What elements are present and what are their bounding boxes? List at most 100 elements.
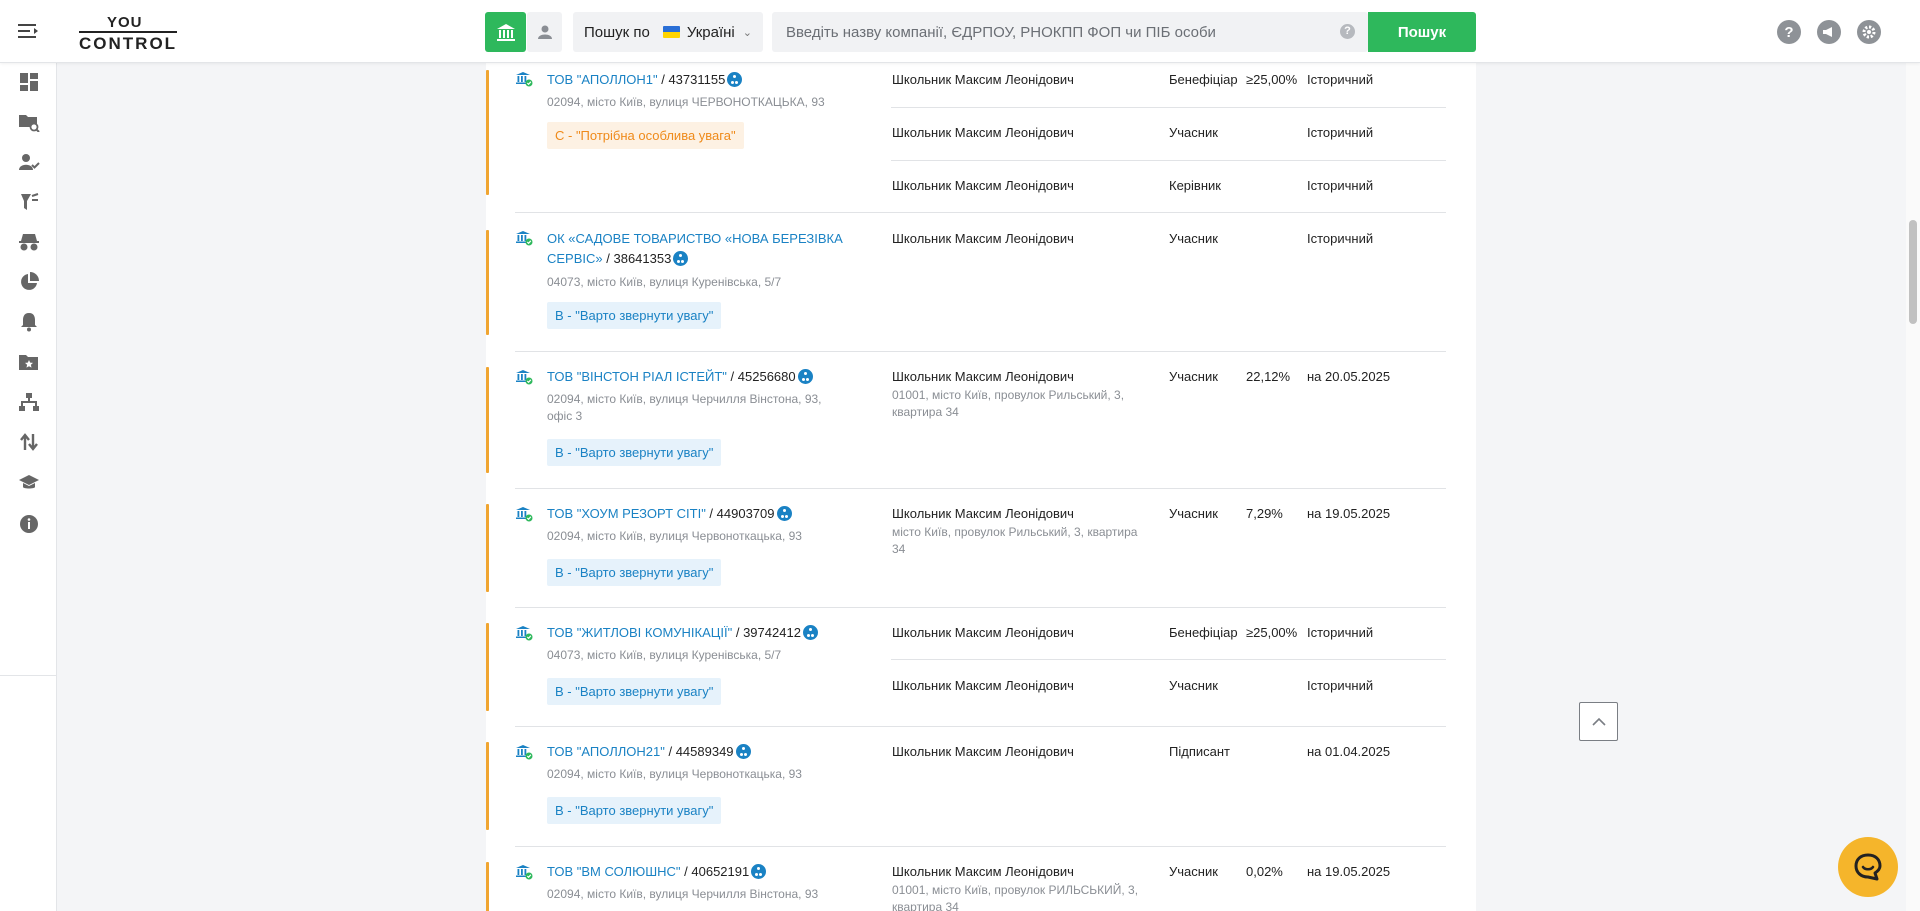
graduation-icon[interactable] [18,471,40,493]
settings-icon[interactable] [1857,20,1881,44]
company-name-link[interactable]: ТОВ "ЖИТЛОВІ КОМУНІКАЦІЇ" [547,625,732,640]
person-role: Підписант [1169,744,1230,759]
chat-button[interactable] [1838,837,1898,897]
risk-accent-bar [486,367,489,473]
scrollbar-thumb[interactable] [1909,220,1917,324]
person-status: Історичний [1307,231,1374,246]
person-share: 7,29% [1246,506,1283,521]
announcement-icon[interactable] [1817,20,1841,44]
dashboard-icon[interactable] [18,71,40,93]
search-help-icon[interactable]: ? [1340,24,1355,39]
risk-badge: B - "Варто звернути увагу" [547,797,722,824]
menu-toggle-icon[interactable] [18,21,40,41]
filter-icon[interactable] [18,191,40,213]
company-verified-icon [516,71,533,87]
help-icon[interactable]: ? [1777,20,1801,44]
sidebar-divider [0,675,57,676]
company-code: 44903709 [716,506,775,521]
search-button[interactable]: Пошук [1368,12,1476,52]
spy-icon[interactable] [18,231,40,253]
pie-chart-icon[interactable] [18,271,40,293]
network-icon[interactable] [673,251,689,266]
person-role: Учасник [1169,506,1218,521]
company-code: 43731155 [668,72,726,87]
person-role: Учасник [1169,678,1218,693]
person-status: Історичний [1307,625,1374,640]
company-address: 02094, місто Київ, вулиця Черчилля Вінст… [547,887,819,901]
company-title: ОК «САДОВЕ ТОВАРИСТВО «НОВА БЕРЕЗІВКА СЕ… [547,231,843,266]
company-entry: ТОВ "ЖИТЛОВІ КОМУНІКАЦІЇ" / 39742412 040… [486,607,1476,727]
risk-accent-bar [486,862,489,911]
company-entry: ТОВ "ВІНСТОН РІАЛ ІСТЕЙТ" / 45256680 020… [486,351,1476,489]
scrollbar-track[interactable] [1906,63,1920,911]
info-icon[interactable] [18,513,40,535]
company-address: 04073, місто Київ, вулиця Куренівська, 5… [547,275,782,289]
risk-badge: B - "Варто звернути увагу" [547,559,722,586]
folder-search-icon[interactable] [18,111,40,133]
country-select[interactable]: Пошук по Україні ⌄ [573,12,763,52]
risk-badge: B - "Варто звернути увагу" [547,302,722,329]
bell-icon[interactable] [18,311,40,333]
chevron-up-icon [1591,717,1606,726]
search-company-toggle[interactable] [485,12,526,52]
network-icon[interactable] [797,369,813,384]
company-code: 38641353 [613,251,672,266]
person-name-highlighted[interactable]: Школьник Максим Леонідович [876,616,1090,648]
row-divider [891,160,1446,161]
company-verified-icon [516,230,533,246]
company-name-link[interactable]: ТОВ "ВІНСТОН РІАЛ ІСТЕЙТ" [547,369,727,384]
company-verified-icon [516,744,533,760]
risk-badge: C - "Потрібна особлива увага" [547,122,744,149]
company-verified-icon [516,369,533,385]
user-check-icon[interactable] [18,151,40,173]
person-share: ≥25,00% [1246,625,1298,640]
person-name[interactable]: Школьник Максим Леонідович [892,743,1074,760]
person-name[interactable]: Школьник Максим Леонідович [892,124,1074,141]
company-name-link[interactable]: ТОВ "ВМ СОЛЮШНС" [547,864,681,879]
company-name-link[interactable]: ТОВ "АПОЛЛОН1" [547,72,658,87]
person-name[interactable]: Школьник Максим Леонідович [892,368,1074,385]
person-status: на 19.05.2025 [1307,864,1391,879]
person-name[interactable]: Школьник Максим Леонідович [892,677,1074,694]
person-name[interactable]: Школьник Максим Леонідович [892,71,1074,88]
company-title: ТОВ "ВІНСТОН РІАЛ ІСТЕЙТ" / 45256680 [547,367,857,387]
search-input[interactable] [772,12,1368,52]
company-entry: ОК «САДОВЕ ТОВАРИСТВО «НОВА БЕРЕЗІВКА СЕ… [486,212,1476,352]
company-title: ТОВ "АПОЛЛОН1" / 43731155 [547,70,857,90]
scroll-to-top-button[interactable] [1579,702,1618,741]
logo-top: YOU [107,14,143,31]
company-name-link[interactable]: ТОВ "ХОУМ РЕЗОРТ СІТІ" [547,506,706,521]
network-icon[interactable] [776,506,792,521]
person-name-highlighted[interactable]: Школьник Максим Леонідович [876,222,1090,254]
person-name[interactable]: Школьник Максим Леонідович [892,177,1074,194]
network-icon[interactable] [735,744,751,759]
person-status: Історичний [1307,678,1374,693]
company-name-link[interactable]: ТОВ "АПОЛЛОН21" [547,744,665,759]
person-role: Керівник [1169,178,1221,193]
person-name-highlighted[interactable]: Школьник Максим Леонідович [876,497,1090,529]
folder-star-icon[interactable] [18,351,40,373]
company-name-link[interactable]: ОК «САДОВЕ ТОВАРИСТВО «НОВА БЕРЕЗІВКА СЕ… [547,231,843,266]
person-status: на 20.05.2025 [1307,369,1391,384]
person-status: на 01.04.2025 [1307,744,1391,759]
transfer-icon[interactable] [18,431,40,453]
hierarchy-icon[interactable] [18,391,40,413]
network-icon[interactable] [727,72,743,87]
ukraine-flag-icon [662,26,680,38]
company-code: 45256680 [737,369,796,384]
company-address: 02094, місто Київ, вулиця Черчилля Вінст… [547,392,822,423]
person-name[interactable]: Школьник Максим Леонідович [892,863,1074,880]
logo[interactable]: YOU CONTROL [79,14,178,53]
network-icon[interactable] [802,625,818,640]
person-status: Історичний [1307,178,1374,193]
person-status: на 19.05.2025 [1307,506,1391,521]
risk-accent-bar [486,504,489,592]
relations-panel: ТОВ "АПОЛЛОН1" / 43731155 02094, місто К… [486,63,1476,911]
network-icon[interactable] [751,864,767,879]
person-role: Учасник [1169,369,1218,384]
search-person-toggle[interactable] [527,12,562,52]
risk-accent-bar [486,623,489,711]
company-title: ТОВ "ЖИТЛОВІ КОМУНІКАЦІЇ" / 39742412 [547,623,857,643]
person-role: Учасник [1169,231,1218,246]
company-entry: ТОВ "ХОУМ РЕЗОРТ СІТІ" / 44903709 02094,… [486,488,1476,608]
